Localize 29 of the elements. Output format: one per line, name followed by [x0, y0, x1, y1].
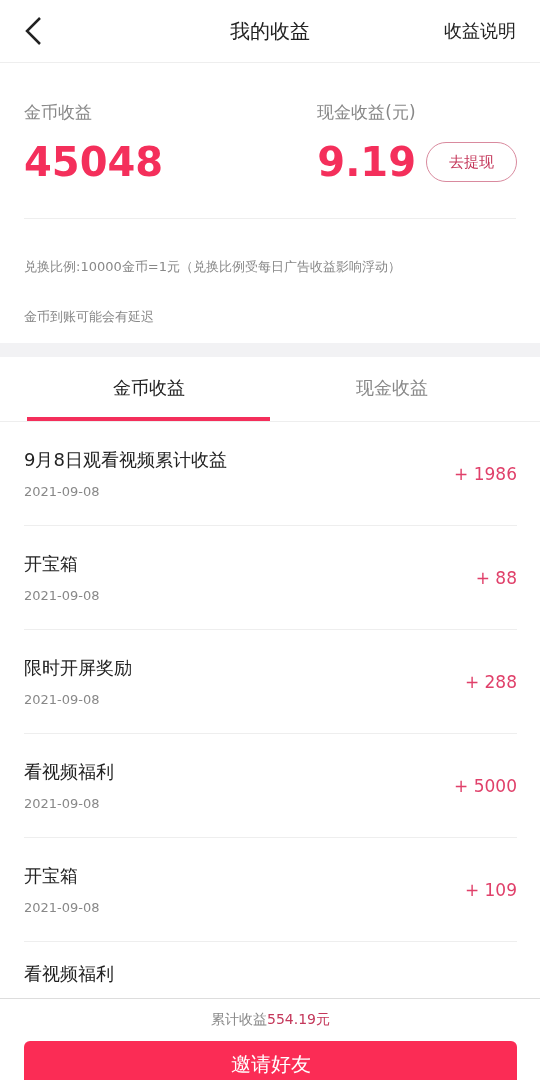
record-date: 2021-09-08: [24, 588, 100, 603]
tab[interactable]: 金币收益: [27, 357, 270, 421]
note-text: 兑换比例:10000金币=1元（兑换比例受每日广告收益影响浮动）: [24, 258, 402, 276]
invite-friends-button[interactable]: 邀请好友: [24, 1041, 517, 1080]
cash-earnings-label: 现金收益(元): [317, 101, 417, 124]
record-amount: + 5000: [454, 775, 517, 796]
record-amount: + 88: [475, 567, 517, 588]
record-amount: + 288: [464, 671, 517, 692]
record-amount: + 1986: [454, 463, 517, 484]
page-title: 我的收益: [230, 17, 310, 45]
total-earnings-text: 累计收益554.19元: [211, 1011, 330, 1029]
record-title: 看视频福利: [24, 760, 114, 784]
record-title: 开宝箱: [24, 864, 79, 888]
record-title: 看视频福利: [24, 962, 114, 986]
record-date: 2021-09-08: [24, 900, 100, 915]
earnings-info-link[interactable]: 收益说明: [444, 19, 516, 43]
coin-earnings-label: 金币收益: [24, 101, 93, 124]
tab[interactable]: 现金收益: [270, 357, 513, 421]
record-date: 2021-09-08: [24, 692, 101, 707]
record-title: 开宝箱: [24, 552, 79, 576]
record-date: 2021-09-08: [24, 796, 101, 811]
withdraw-button[interactable]: 去提现: [426, 142, 517, 182]
record-title: 限时开屏奖励: [24, 656, 132, 680]
cash-earnings-value: 9.19: [317, 140, 416, 184]
record-date: 2021-09-08: [24, 484, 101, 499]
coin-earnings-value: 45048: [24, 140, 164, 184]
note-text: 金币到账可能会有延迟: [24, 308, 155, 326]
record-amount: + 109: [464, 879, 517, 900]
record-title: 9月8日观看视频累计收益: [24, 448, 227, 472]
